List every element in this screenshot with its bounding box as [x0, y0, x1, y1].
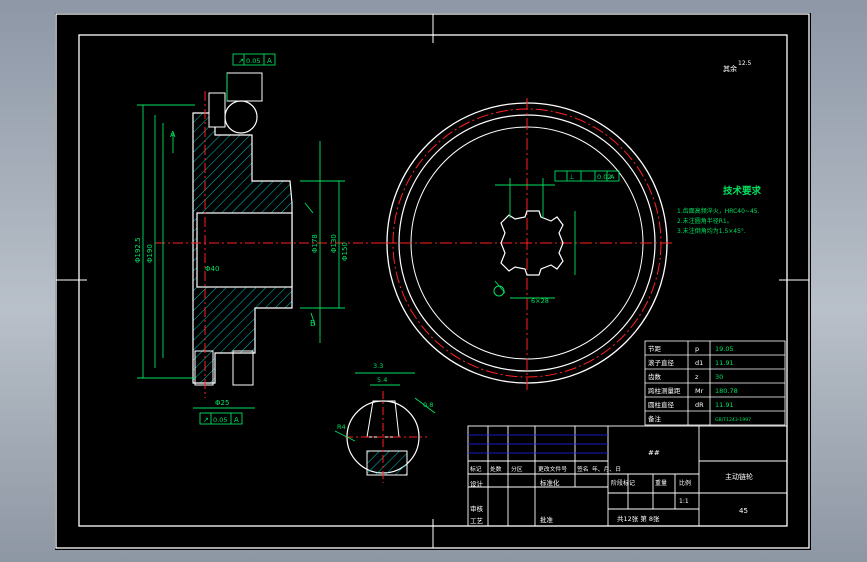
tb-header-1: 处数: [490, 465, 502, 473]
section-label-a: A: [170, 130, 176, 139]
param-sym-2: z: [695, 373, 699, 381]
tol-2-sym: ↗: [203, 416, 209, 424]
param-sym-1: d1: [695, 359, 703, 367]
param-name-3: 跨柱测量距: [648, 386, 681, 395]
tb-header-3: 更改文件号: [538, 465, 567, 473]
detail-dim-1: 3.3: [373, 362, 383, 370]
param-name-2: 齿数: [648, 372, 662, 381]
tech-req-3: 3.未注倒角均为1.5×45°.: [677, 227, 746, 235]
param-sym-4: dR: [695, 401, 704, 409]
tb-row-review: 审核: [470, 504, 484, 513]
front-view: 6×28 0.02 A ⊥: [380, 98, 675, 391]
drawing-canvas: ↗ 0.05 A ↗ 0.05 A Φ192.5 Φ190 Φ178 Φ130 …: [55, 13, 810, 549]
param-value-3: 180.78: [715, 387, 738, 395]
tech-req-title: 技术要求: [723, 185, 762, 197]
tb-header-5: 年、月、日: [592, 465, 621, 473]
param-value-2: 30: [715, 373, 723, 381]
detail-dim-4: R4: [337, 423, 346, 431]
tol-1-ref: A: [267, 57, 272, 65]
tb-header-2: 分区: [511, 465, 523, 473]
roughness-note: 其余: [723, 64, 737, 73]
param-value-4: 11.91: [715, 401, 734, 409]
dim-d5: Φ150: [341, 242, 349, 261]
dim-d3: Φ178: [311, 234, 319, 253]
tb-scale: 1:1: [679, 498, 689, 505]
tb-header-4: 签名: [577, 465, 589, 473]
dim-d7: Φ40: [205, 265, 219, 273]
tol-1-value: 0.05: [246, 57, 260, 65]
param-value-1: 11.91: [715, 359, 734, 367]
detail-view: 3.3 5.4 0.8 R4: [334, 362, 436, 483]
roughness-value: 12.5: [738, 60, 752, 67]
tech-req-2: 2.未注圆角半径R1。: [677, 217, 733, 225]
dim-d1: Φ192.5: [134, 237, 142, 263]
param-value-5: GB/T1243-1997: [715, 417, 751, 423]
tb-row-process: 工艺: [470, 517, 484, 525]
dim-d6: Φ25: [215, 399, 229, 407]
tb-sheets: 共12张 第 8张: [617, 514, 660, 523]
tol-1-sym: ↗: [238, 57, 244, 65]
cad-drawing-sheet: ↗ 0.05 A ↗ 0.05 A Φ192.5 Φ190 Φ178 Φ130 …: [55, 13, 811, 550]
param-sym-3: Mr: [695, 387, 704, 395]
tol-3-sym: ⊥: [569, 173, 575, 181]
param-sym-0: p: [695, 345, 699, 353]
tol-2-ref: A: [234, 416, 239, 424]
tb-row-design: 设计: [470, 479, 484, 488]
tol-2-value: 0.05: [213, 416, 227, 424]
param-value-0: 19.05: [715, 345, 734, 353]
bore-cutout: [196, 212, 293, 288]
tb-company: ##: [648, 449, 660, 457]
dim-d2: Φ190: [146, 244, 154, 263]
detail-dim-3: 0.8: [423, 401, 433, 409]
param-name-4: 圆柱直径: [648, 400, 675, 409]
tb-stage: 阶段标记: [611, 479, 635, 487]
tb-approve: 批准: [540, 515, 554, 524]
tb-part-name: 主动链轮: [725, 472, 753, 481]
parameter-table: 节距 p 19.05 滚子直径 d1 11.91 齿数 z 30 跨柱测量距 Mr 180.78 圆柱直…: [644, 340, 786, 426]
tb-material: 45: [739, 507, 748, 515]
section-view: ↗ 0.05 A ↗ 0.05 A Φ192.5 Φ190 Φ178 Φ130 …: [134, 53, 395, 425]
section-label-b: B: [310, 319, 316, 328]
param-name-0: 节距: [648, 345, 662, 353]
tb-weight: 重量: [655, 479, 667, 487]
outer-border: [55, 13, 810, 549]
tech-req-1: 1.齿面高频淬火，HRC40~45.: [677, 207, 760, 215]
tb-std: 标准化: [540, 478, 560, 487]
tol-3-ref: A: [610, 173, 615, 181]
param-name-1: 滚子直径: [648, 358, 675, 367]
detail-dim-2: 5.4: [377, 376, 387, 384]
dim-d4: Φ130: [330, 234, 338, 253]
tb-scale-label: 比例: [679, 479, 691, 487]
spline-note: 6×28: [531, 297, 549, 305]
inner-border: [78, 34, 788, 527]
param-name-5: 备注: [648, 414, 662, 423]
title-block: 标记 处数 分区 更改文件号 签名 年、月、日 设计 审核 工艺 标准化 批准 阶段标记 …: [467, 425, 788, 527]
tb-header-0: 标记: [470, 465, 482, 473]
